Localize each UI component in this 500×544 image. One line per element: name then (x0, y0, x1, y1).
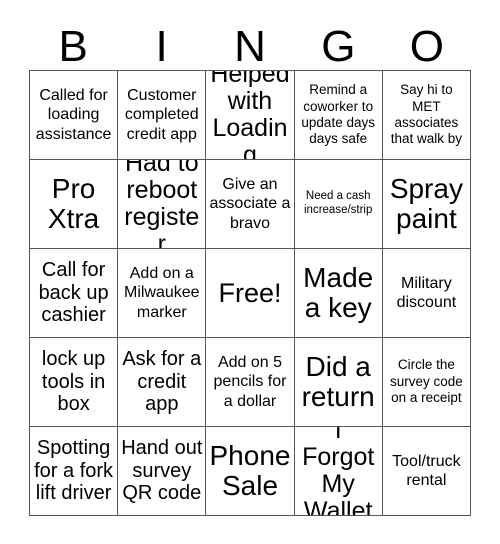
bingo-cell-label: Spotting for a fork lift driver (34, 437, 114, 505)
bingo-cell[interactable]: Had to reboot register (118, 160, 207, 249)
bingo-cell[interactable]: Circle the survey code on a receipt (382, 338, 471, 427)
bingo-cell[interactable]: Military discount (382, 249, 471, 338)
bingo-cell[interactable]: Tool/truck rental (382, 427, 471, 516)
bingo-cell-label: Ask for a credit app (122, 348, 202, 416)
bingo-cell-label: Remind a coworker to update days days sa… (301, 82, 375, 147)
bingo-cell-label: Add on a Milwaukee marker (123, 265, 200, 321)
header-letter-b: B (58, 22, 88, 71)
bingo-cell-label: Phone Sale (209, 440, 291, 501)
bingo-cell-label: I Forgot My Wallet (302, 427, 375, 516)
bingo-cell[interactable]: Called for loading assistance (30, 71, 119, 160)
bingo-cell-label: Call for back up cashier (38, 259, 109, 327)
bingo-cell[interactable]: Say hi to MET associates that walk by (382, 71, 471, 160)
bingo-cell[interactable]: Helped with Loading (206, 71, 295, 160)
header-letter-n: N (234, 22, 266, 71)
bingo-cell[interactable]: Add on a Milwaukee marker (118, 249, 207, 338)
bingo-header: B I N G O (29, 14, 471, 70)
header-letter-g: G (321, 22, 356, 71)
bingo-cell[interactable]: Made a key (294, 249, 383, 338)
bingo-cell[interactable]: Spray paint (382, 160, 471, 249)
bingo-cell[interactable]: Give an associate a bravo (206, 160, 295, 249)
bingo-cell-label: Called for loading assistance (35, 87, 112, 143)
bingo-cell[interactable]: Call for back up cashier (30, 249, 119, 338)
bingo-cell-label: Military discount (396, 274, 457, 311)
bingo-cell-label: Say hi to MET associates that walk by (390, 82, 463, 147)
bingo-cell[interactable]: Remind a coworker to update days days sa… (294, 71, 383, 160)
bingo-cell-label: Customer completed credit app (124, 87, 199, 143)
bingo-cell-label: Made a key (303, 262, 374, 323)
bingo-cell-label: Free! (218, 277, 282, 308)
bingo-cell-label: Circle the survey code on a receipt (389, 357, 463, 406)
bingo-cell-label: Helped with Loading (210, 71, 290, 160)
bingo-cell-label: Hand out survey QR code (121, 437, 203, 505)
bingo-cell[interactable]: I Forgot My Wallet (294, 427, 383, 516)
header-letter-o: O (409, 22, 444, 71)
bingo-cell-free[interactable]: Free! (206, 249, 295, 338)
bingo-cell-label: Add on 5 pencils for a dollar (213, 354, 287, 410)
bingo-cell-label: Did a return (301, 351, 375, 412)
bingo-cell[interactable]: Spotting for a fork lift driver (30, 427, 119, 516)
bingo-cell[interactable]: Pro Xtra (30, 160, 119, 249)
bingo-cell-label: Spray paint (389, 173, 463, 234)
bingo-cell-label: Tool/truck rental (392, 452, 461, 489)
bingo-grid: Called for loading assistance Customer c… (29, 70, 471, 516)
bingo-cell[interactable]: Hand out survey QR code (118, 427, 207, 516)
bingo-cell[interactable]: Need a cash increase/strip (294, 160, 383, 249)
bingo-cell-label: Need a cash increase/strip (304, 190, 373, 216)
bingo-cell-label: Had to reboot register (124, 160, 200, 249)
bingo-cell[interactable]: lock up tools in box (30, 338, 119, 427)
bingo-cell[interactable]: Did a return (294, 338, 383, 427)
bingo-cell-label: lock up tools in box (41, 348, 106, 416)
bingo-cell[interactable]: Customer completed credit app (118, 71, 207, 160)
bingo-cell-label: Pro Xtra (47, 173, 100, 234)
bingo-card: B I N G O Called for loading assistance … (0, 0, 500, 544)
bingo-cell[interactable]: Phone Sale (206, 427, 295, 516)
bingo-cell[interactable]: Add on 5 pencils for a dollar (206, 338, 295, 427)
bingo-cell[interactable]: Ask for a credit app (118, 338, 207, 427)
header-letter-i: I (155, 22, 168, 71)
bingo-cell-label: Give an associate a bravo (209, 176, 291, 232)
